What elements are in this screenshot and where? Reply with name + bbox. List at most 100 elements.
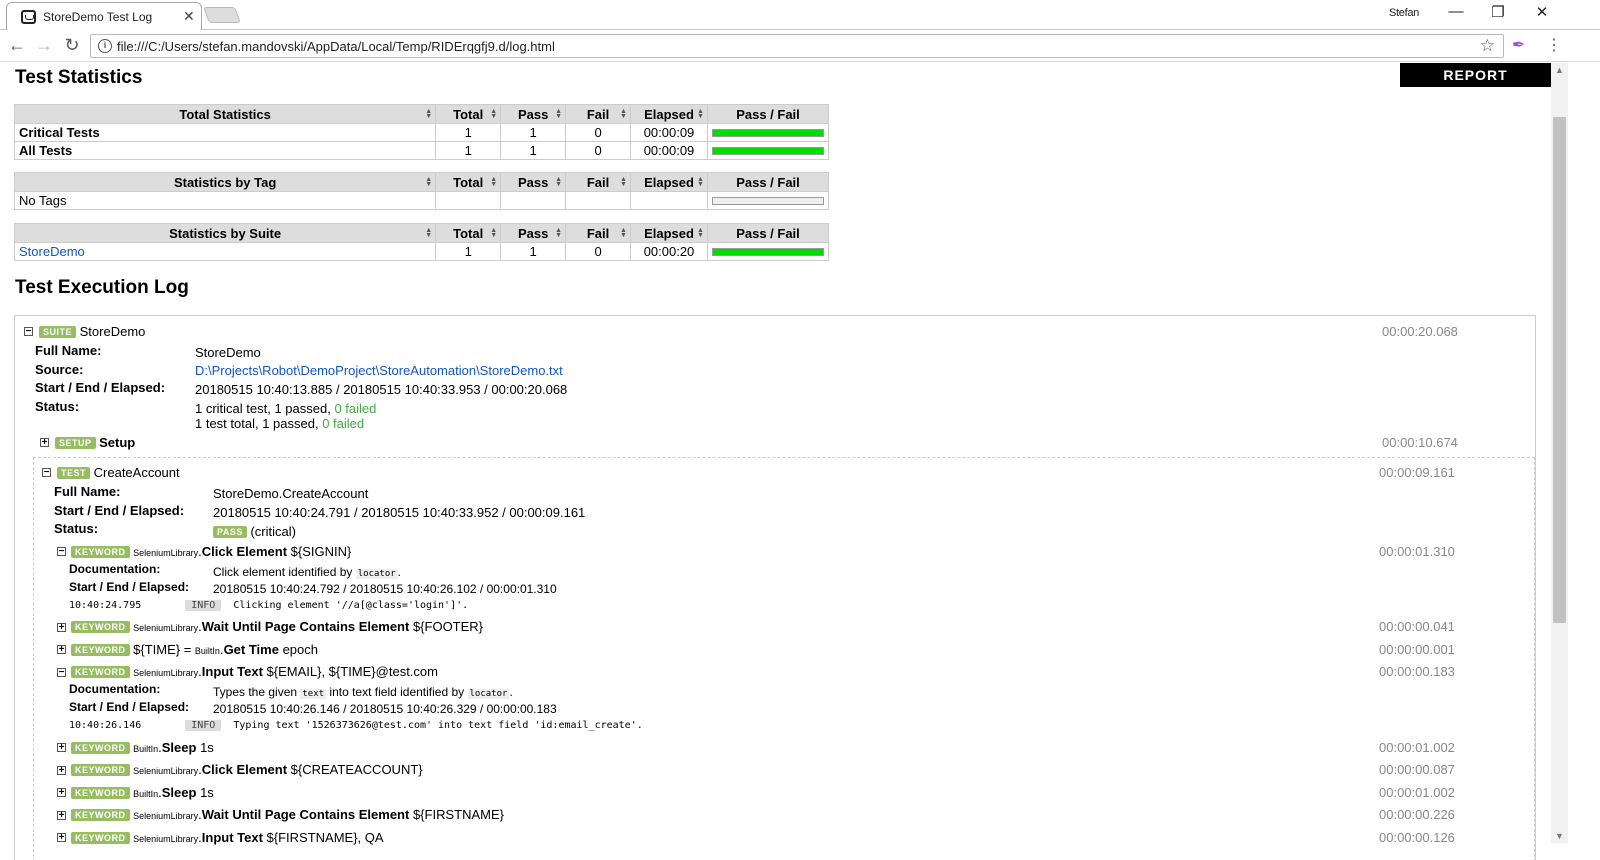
keyword-header[interactable]: KEYWORD ${TIME} = BuiltIn.Get Time epoch [71, 642, 318, 657]
address-bar[interactable]: i file:///C:/Users/stefan.mandovski/AppD… [90, 34, 1504, 58]
keyword-name: Wait Until Page Contains Element [201, 807, 410, 822]
collapse-toggle[interactable]: − [57, 547, 66, 557]
expand-toggle[interactable]: + [57, 766, 66, 776]
scrollbar-thumb[interactable] [1553, 117, 1566, 623]
test-name: CreateAccount [93, 465, 180, 480]
suite-source-link[interactable]: D:\Projects\Robot\DemoProject\StoreAutom… [195, 363, 563, 378]
suite-header[interactable]: SUITE StoreDemo [39, 324, 145, 339]
header-label: Statistics by Tag [173, 174, 277, 190]
keyword-library: BuiltIn [133, 744, 159, 754]
tag-stats-header[interactable]: Statistics by Tag ▲ ▼ [13, 172, 437, 192]
keyword-name: Click Element [201, 762, 288, 777]
table-row: All Tests 1 1 0 00:00:09 [13, 141, 830, 160]
stat-pass: 1 [500, 141, 567, 160]
keyword-header[interactable]: KEYWORD SeleniumLibrary.Wait Until Page … [71, 807, 504, 822]
collapse-toggle[interactable]: − [57, 668, 66, 678]
restore-icon[interactable]: ❐ [1488, 3, 1508, 21]
doc-text: . [509, 685, 513, 699]
test-header[interactable]: TEST CreateAccount [57, 465, 180, 480]
keyword-header[interactable]: KEYWORD BuiltIn.Sleep 1s [71, 740, 214, 755]
suite-link[interactable]: StoreDemo [19, 244, 85, 259]
keyword-header[interactable]: KEYWORD BuiltIn.Sleep 1s [71, 785, 214, 800]
execution-log-heading: Test Execution Log [15, 277, 189, 298]
expand-toggle[interactable]: + [57, 833, 66, 843]
vertical-scrollbar[interactable]: ▲ ▼ [1551, 63, 1568, 843]
fail-header[interactable]: Fail ▲ ▼ [565, 104, 632, 124]
keyword-header[interactable]: KEYWORD SeleniumLibrary.Click Element ${… [71, 762, 423, 777]
browser-tab[interactable]: StoreDemo Test Log ✕ [6, 2, 202, 30]
tab-close-icon[interactable]: ✕ [183, 8, 195, 25]
test-elapsed: 00:00:09.161 [1379, 465, 1455, 480]
total-stats-header[interactable]: Total Statistics ▲ ▼ [13, 104, 437, 124]
pass-header[interactable]: Pass ▲ ▼ [500, 172, 567, 192]
collapse-toggle[interactable]: − [42, 468, 51, 478]
bookmark-star-icon[interactable]: ☆ [1480, 36, 1495, 56]
keyword-args: ${FIRSTNAME} [409, 807, 504, 822]
sort-icon: ▲ ▼ [555, 108, 563, 120]
extension-feather-icon[interactable]: ✒ [1512, 35, 1525, 55]
scroll-down-icon[interactable]: ▼ [1555, 831, 1564, 841]
forward-icon[interactable]: → [33, 35, 55, 56]
doc-code: text [300, 689, 327, 699]
total-header[interactable]: Total ▲ ▼ [435, 104, 502, 124]
stat-elapsed: 00:00:20 [630, 242, 708, 261]
fail-header[interactable]: Fail ▲ ▼ [565, 172, 632, 192]
keyword-header[interactable]: KEYWORD SeleniumLibrary.Input Text ${FIR… [71, 830, 384, 845]
keyword-label: KEYWORD [71, 787, 130, 799]
expand-toggle[interactable]: + [57, 788, 66, 798]
elapsed-header[interactable]: Elapsed ▲ ▼ [630, 223, 708, 243]
expand-toggle[interactable]: + [57, 811, 66, 821]
collapse-toggle[interactable]: − [24, 327, 33, 337]
keyword-library: SeleniumLibrary [133, 811, 199, 821]
keyword-label: KEYWORD [71, 666, 130, 678]
total-header[interactable]: Total ▲ ▼ [435, 223, 502, 243]
info-icon[interactable]: i [98, 39, 112, 53]
keyword-label: KEYWORD [71, 621, 130, 633]
total-header[interactable]: Total ▲ ▼ [435, 172, 502, 192]
sort-icon: ▲ ▼ [490, 176, 498, 188]
stat-pass: 1 [500, 123, 567, 142]
minimize-icon[interactable]: — [1446, 3, 1466, 20]
keyword-library: SeleniumLibrary [133, 834, 199, 844]
fail-header[interactable]: Fail ▲ ▼ [565, 223, 632, 243]
expand-toggle[interactable]: + [57, 623, 66, 633]
stat-passfail [706, 191, 830, 210]
keyword-header[interactable]: KEYWORD SeleniumLibrary.Wait Until Page … [71, 619, 483, 634]
header-label: Pass / Fail [736, 106, 800, 122]
log-message: 10:40:24.795 INFO Clicking element '//a[@c… [69, 600, 468, 611]
meta-key: Documentation: [69, 682, 161, 696]
elapsed-header[interactable]: Elapsed ▲ ▼ [630, 104, 708, 124]
expand-toggle[interactable]: + [57, 645, 66, 655]
keyword-header[interactable]: KEYWORD SeleniumLibrary.Click Element ${… [71, 544, 351, 559]
keyword-assign: ${TIME} = [133, 642, 195, 657]
new-tab-button[interactable] [203, 7, 241, 23]
keyword-doc: Click element identified by locator. [213, 565, 401, 579]
pass-header[interactable]: Pass ▲ ▼ [500, 104, 567, 124]
doc-code: locator [355, 569, 398, 579]
menu-icon[interactable]: ⋮ [1546, 35, 1562, 55]
back-icon[interactable]: ← [6, 35, 28, 56]
close-window-icon[interactable]: ✕ [1532, 3, 1552, 21]
sort-icon: ▲ ▼ [697, 227, 704, 239]
reload-icon[interactable]: ↻ [61, 35, 83, 56]
keyword-header[interactable]: KEYWORD SeleniumLibrary.Input Text ${EMA… [71, 664, 438, 679]
expand-toggle[interactable]: + [57, 743, 66, 753]
pass-header[interactable]: Pass ▲ ▼ [500, 223, 567, 243]
setup-elapsed: 00:00:10.674 [1382, 435, 1458, 450]
keyword-args: ${FOOTER} [409, 619, 484, 634]
setup-header[interactable]: SETUP Setup [55, 435, 135, 450]
elapsed-header[interactable]: Elapsed ▲ ▼ [630, 172, 708, 192]
expand-toggle[interactable]: + [40, 438, 49, 448]
url-text[interactable]: file:///C:/Users/stefan.mandovski/AppDat… [117, 39, 555, 54]
scroll-up-icon[interactable]: ▲ [1555, 65, 1564, 75]
meta-key: Start / End / Elapsed: [69, 580, 190, 594]
profile-name[interactable]: Stefan [1389, 7, 1419, 19]
suite-statistics-table: Statistics by Suite ▲ ▼ Total ▲ ▼ Pass ▲ ▼ Fai… [13, 223, 830, 261]
stat-passfail [706, 123, 830, 142]
keyword-elapsed: 00:00:00.041 [1379, 619, 1455, 634]
report-button[interactable]: REPORT [1400, 63, 1551, 87]
test-statistics-heading: Test Statistics [15, 67, 143, 88]
test-times: 20180515 10:40:24.791 / 20180515 10:40:3… [213, 505, 586, 520]
keyword-name: Input Text [201, 664, 263, 679]
suite-stats-header[interactable]: Statistics by Suite ▲ ▼ [13, 223, 437, 243]
